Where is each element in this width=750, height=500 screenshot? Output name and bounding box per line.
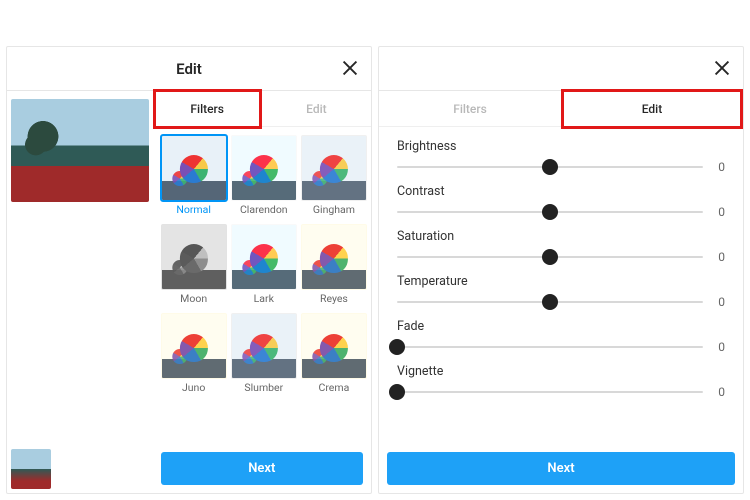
slider-thumb[interactable] bbox=[389, 384, 405, 400]
tab-bar: Filters Edit bbox=[153, 91, 371, 127]
filter-thumbnail bbox=[301, 224, 367, 290]
slider-vignette: Vignette 0 bbox=[397, 356, 725, 399]
filter-gingham[interactable]: Gingham bbox=[301, 135, 367, 220]
dialog-title: Edit bbox=[176, 60, 202, 78]
slider-label: Vignette bbox=[397, 364, 725, 379]
slider-value: 0 bbox=[713, 340, 725, 354]
filter-thumbnail bbox=[161, 224, 227, 290]
slider-track[interactable] bbox=[397, 211, 703, 213]
slider-track[interactable] bbox=[397, 346, 703, 348]
filter-slumber[interactable]: Slumber bbox=[231, 313, 297, 398]
image-preview-column bbox=[7, 91, 153, 493]
slider-brightness: Brightness 0 bbox=[397, 131, 725, 174]
slider-label: Temperature bbox=[397, 274, 725, 289]
filter-lark[interactable]: Lark bbox=[231, 224, 297, 309]
slider-thumb[interactable] bbox=[542, 249, 558, 265]
slider-fade: Fade 0 bbox=[397, 311, 725, 354]
tab-filters[interactable]: Filters bbox=[379, 91, 561, 126]
filter-label: Normal bbox=[176, 203, 211, 216]
image-thumbnail[interactable] bbox=[11, 449, 51, 489]
slider-thumb[interactable] bbox=[389, 339, 405, 355]
slider-track[interactable] bbox=[397, 391, 703, 393]
slider-track[interactable] bbox=[397, 256, 703, 258]
slider-value: 0 bbox=[713, 205, 725, 219]
slider-thumb[interactable] bbox=[542, 294, 558, 310]
filter-reyes[interactable]: Reyes bbox=[301, 224, 367, 309]
image-preview bbox=[11, 99, 149, 202]
filter-label: Gingham bbox=[313, 203, 355, 216]
slider-value: 0 bbox=[713, 250, 725, 264]
edit-dialog-filters: Edit Filters Edit Normal Clarendon Gingham… bbox=[6, 46, 372, 494]
close-icon[interactable] bbox=[339, 57, 361, 79]
filter-moon[interactable]: Moon bbox=[161, 224, 227, 309]
filter-label: Lark bbox=[254, 292, 274, 305]
edit-dialog-adjustments: Filters Edit Brightness0Contrast0Saturat… bbox=[378, 46, 744, 494]
tab-edit[interactable]: Edit bbox=[561, 91, 743, 126]
filter-thumbnail bbox=[301, 135, 367, 201]
filter-thumbnail bbox=[161, 135, 227, 201]
filter-thumbnail bbox=[301, 313, 367, 379]
adjustment-sliders: Brightness0Contrast0Saturation0Temperatu… bbox=[379, 127, 743, 446]
filter-label: Slumber bbox=[244, 381, 283, 394]
filter-normal[interactable]: Normal bbox=[161, 135, 227, 220]
close-icon[interactable] bbox=[711, 57, 733, 79]
slider-value: 0 bbox=[713, 385, 725, 399]
slider-label: Brightness bbox=[397, 139, 725, 154]
next-button[interactable]: Next bbox=[387, 452, 735, 485]
slider-temperature: Temperature 0 bbox=[397, 266, 725, 309]
filter-label: Moon bbox=[180, 292, 207, 305]
slider-label: Saturation bbox=[397, 229, 725, 244]
filter-crema[interactable]: Crema bbox=[301, 313, 367, 398]
slider-label: Fade bbox=[397, 319, 725, 334]
slider-thumb[interactable] bbox=[542, 204, 558, 220]
filter-list[interactable]: Normal Clarendon Gingham Moon Lark Reyes Juno S… bbox=[153, 127, 371, 446]
slider-saturation: Saturation 0 bbox=[397, 221, 725, 264]
filter-thumbnail bbox=[231, 313, 297, 379]
slider-value: 0 bbox=[713, 295, 725, 309]
filter-label: Crema bbox=[319, 381, 350, 394]
next-button[interactable]: Next bbox=[161, 452, 363, 485]
filter-thumbnail bbox=[231, 224, 297, 290]
filter-clarendon[interactable]: Clarendon bbox=[231, 135, 297, 220]
filter-label: Clarendon bbox=[240, 203, 288, 216]
slider-contrast: Contrast 0 bbox=[397, 176, 725, 219]
filter-juno[interactable]: Juno bbox=[161, 313, 227, 398]
filter-label: Reyes bbox=[320, 292, 348, 305]
tab-filters[interactable]: Filters bbox=[153, 91, 262, 126]
slider-value: 0 bbox=[713, 160, 725, 174]
tab-bar: Filters Edit bbox=[379, 91, 743, 127]
dialog-header: Edit bbox=[7, 47, 371, 91]
slider-thumb[interactable] bbox=[542, 159, 558, 175]
filter-thumbnail bbox=[161, 313, 227, 379]
filter-thumbnail bbox=[231, 135, 297, 201]
tab-edit[interactable]: Edit bbox=[262, 91, 371, 126]
slider-label: Contrast bbox=[397, 184, 725, 199]
slider-track[interactable] bbox=[397, 166, 703, 168]
slider-track[interactable] bbox=[397, 301, 703, 303]
filter-label: Juno bbox=[182, 381, 205, 394]
